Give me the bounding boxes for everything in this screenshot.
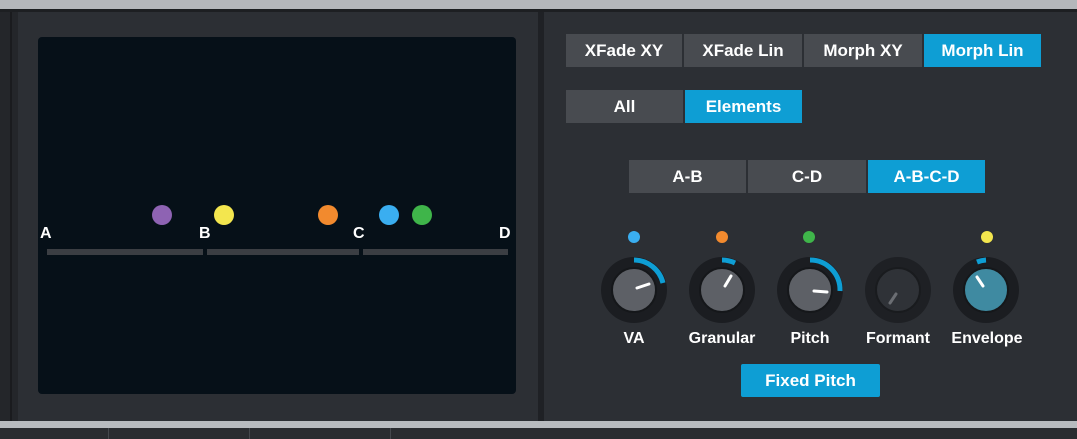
- granular-label: Granular: [688, 330, 756, 347]
- track-label-a: A: [40, 225, 52, 242]
- bottom-divider-1: [108, 428, 109, 439]
- granular-indicator-dot: [716, 231, 728, 243]
- tab-c-d[interactable]: C-D: [748, 160, 866, 193]
- envelope-indicator-dot: [981, 231, 993, 243]
- pitch-knob[interactable]: [773, 253, 847, 327]
- track-segment-a-b: [47, 249, 203, 255]
- tab-elements[interactable]: Elements: [685, 90, 802, 123]
- tab-a-b-c-d[interactable]: A-B-C-D: [868, 160, 985, 193]
- granular-knob[interactable]: [685, 253, 759, 327]
- formant-label: Formant: [866, 330, 930, 347]
- tab-morph-xy[interactable]: Morph XY: [804, 34, 922, 67]
- envelope-label: Envelope: [951, 330, 1023, 347]
- morph-settings-panel: [544, 12, 1077, 421]
- va-label: VA: [623, 330, 645, 347]
- bottom-strip: [0, 421, 1077, 428]
- track-label-b: B: [199, 225, 211, 242]
- va-indicator-dot: [628, 231, 640, 243]
- formant-knob[interactable]: [861, 253, 935, 327]
- va-knob[interactable]: [597, 253, 671, 327]
- envelope-knob[interactable]: [949, 253, 1023, 327]
- morph-dot-blue[interactable]: [379, 205, 399, 225]
- morph-pad[interactable]: A B C D: [38, 37, 516, 394]
- morph-dot-green[interactable]: [412, 205, 432, 225]
- morph-dot-yellow[interactable]: [214, 205, 234, 225]
- tab-all[interactable]: All: [566, 90, 683, 123]
- top-strip: [0, 0, 1077, 9]
- track-segment-b-c: [207, 249, 359, 255]
- track-segment-c-d: [363, 249, 508, 255]
- bottom-bar: [0, 428, 1077, 439]
- tab-morph-lin[interactable]: Morph Lin: [924, 34, 1041, 67]
- morph-dot-purple[interactable]: [152, 205, 172, 225]
- left-edge-line: [10, 12, 12, 421]
- bottom-divider-3: [390, 428, 391, 439]
- pitch-label: Pitch: [790, 330, 830, 347]
- track-label-c: C: [353, 225, 365, 242]
- tab-a-b[interactable]: A-B: [629, 160, 746, 193]
- left-edge-bar: [0, 12, 18, 421]
- tab-xfade-lin[interactable]: XFade Lin: [684, 34, 802, 67]
- pitch-indicator-dot: [803, 231, 815, 243]
- bottom-divider-2: [249, 428, 250, 439]
- track-label-d: D: [499, 225, 511, 242]
- tab-xfade-xy[interactable]: XFade XY: [566, 34, 682, 67]
- morph-dot-orange[interactable]: [318, 205, 338, 225]
- morph-panel-window: A B C D XFade XY XFade Lin Morph XY Morp…: [0, 0, 1077, 439]
- fixed-pitch-button[interactable]: Fixed Pitch: [741, 364, 880, 397]
